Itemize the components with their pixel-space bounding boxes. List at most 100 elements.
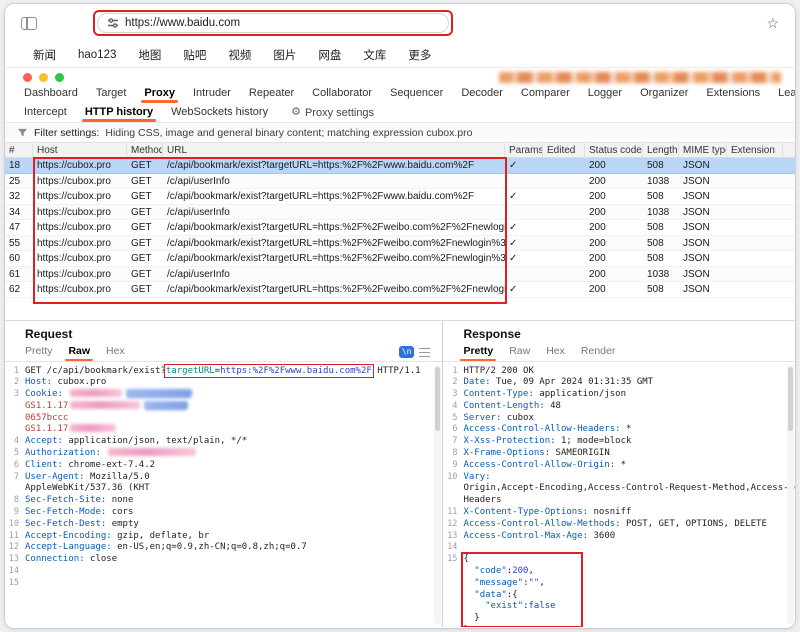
code-token: 0657bccc	[25, 413, 68, 423]
column-header-host[interactable]: Host	[33, 143, 127, 157]
response-tab-hex[interactable]: Hex	[538, 344, 573, 360]
cell-host: https://cubox.pro	[33, 205, 127, 220]
response-panel: Response PrettyRawHexRender 1HTTP/2 200 …	[443, 321, 795, 628]
bookmark-item-1[interactable]: 新闻	[33, 47, 56, 63]
history-row-47[interactable]: 47https://cubox.proGET/c/api/bookmark/ex…	[5, 220, 795, 236]
response-tab-pretty[interactable]: Pretty	[455, 344, 501, 360]
column-header-method[interactable]: Method	[127, 143, 163, 157]
cell--: 32	[5, 189, 33, 204]
window-zoom-button[interactable]	[55, 73, 64, 82]
request-tab-raw[interactable]: Raw	[60, 344, 98, 360]
request-editor-tools: \n	[399, 346, 431, 358]
show-newlines-icon[interactable]: \n	[399, 346, 415, 358]
column-header-edited[interactable]: Edited	[543, 143, 585, 157]
main-tab-dashboard[interactable]: Dashboard	[15, 85, 87, 102]
line-number: 15	[5, 578, 25, 590]
code-token: ""	[528, 578, 539, 588]
site-info-icon[interactable]	[107, 17, 119, 29]
history-row-18[interactable]: 18https://cubox.proGET/c/api/bookmark/ex…	[5, 158, 795, 174]
bookmark-item-3[interactable]: 地图	[138, 47, 161, 63]
code-line: "data":{	[443, 590, 795, 602]
response-editor[interactable]: 1HTTP/2 200 OK2Date: Tue, 09 Apr 2024 01…	[443, 362, 795, 628]
main-tab-repeater[interactable]: Repeater	[240, 85, 303, 102]
line-number: 9	[443, 460, 463, 472]
bookmark-item-8[interactable]: 文库	[363, 47, 386, 63]
code-token: ,	[539, 578, 544, 588]
bookmark-item-5[interactable]: 视频	[228, 47, 251, 63]
bookmark-item-2[interactable]: hao123	[78, 49, 116, 61]
response-scrollbar[interactable]	[787, 365, 794, 625]
bookmark-item-6[interactable]: 图片	[273, 47, 296, 63]
bookmark-item-4[interactable]: 贴吧	[183, 47, 206, 63]
main-tab-sequencer[interactable]: Sequencer	[381, 85, 452, 102]
code-line: 5Server: cubox	[443, 413, 795, 425]
history-row-34[interactable]: 34https://cubox.proGET/c/api/userInfo200…	[5, 205, 795, 221]
history-row-32[interactable]: 32https://cubox.proGET/c/api/bookmark/ex…	[5, 189, 795, 205]
history-row-25[interactable]: 25https://cubox.proGET/c/api/userInfo200…	[5, 174, 795, 190]
cell-edited	[543, 236, 585, 251]
sub-tab-websockets-history[interactable]: WebSockets history	[162, 104, 277, 121]
filter-bar[interactable]: Filter settings: Hiding CSS, image and g…	[5, 122, 795, 143]
code-line: }	[443, 613, 795, 625]
cell-host: https://cubox.pro	[33, 251, 127, 266]
history-row-61[interactable]: 61https://cubox.proGET/c/api/userInfo200…	[5, 267, 795, 283]
cell-mime-type: JSON	[679, 251, 727, 266]
cell-mime-type: JSON	[679, 189, 727, 204]
code-token: *	[615, 460, 626, 470]
bookmark-item-9[interactable]: 更多	[408, 47, 431, 63]
window-minimize-button[interactable]	[39, 73, 48, 82]
request-scrollbar[interactable]	[434, 365, 441, 625]
main-tab-decoder[interactable]: Decoder	[452, 85, 512, 102]
bookmark-star-icon[interactable]: ☆	[766, 16, 779, 30]
main-tab-comparer[interactable]: Comparer	[512, 85, 579, 102]
line-number: 7	[5, 472, 25, 484]
cell-status-code: 200	[585, 220, 643, 235]
address-bar[interactable]: https://www.baidu.com	[97, 13, 449, 33]
cell-extension	[727, 267, 783, 282]
main-tab-intruder[interactable]: Intruder	[184, 85, 240, 102]
cell-edited	[543, 220, 585, 235]
request-tab-pretty[interactable]: Pretty	[17, 344, 60, 360]
cell-extension	[727, 236, 783, 251]
main-tab-target[interactable]: Target	[87, 85, 136, 102]
response-tab-raw[interactable]: Raw	[501, 344, 538, 360]
cell-length: 1038	[643, 205, 679, 220]
response-scrollbar-thumb[interactable]	[788, 367, 793, 431]
column-header-mime-type[interactable]: MIME type	[679, 143, 727, 157]
code-token: targetURL	[166, 366, 215, 376]
main-tab-organizer[interactable]: Organizer	[631, 85, 697, 102]
main-tab-extensions[interactable]: Extensions	[697, 85, 769, 102]
column-header-params[interactable]: Params	[505, 143, 543, 157]
window-close-button[interactable]	[23, 73, 32, 82]
history-row-55[interactable]: 55https://cubox.proGET/c/api/bookmark/ex…	[5, 236, 795, 252]
main-tab-collaborator[interactable]: Collaborator	[303, 85, 381, 102]
sub-tab-intercept[interactable]: Intercept	[15, 104, 76, 121]
history-row-62[interactable]: 62https://cubox.proGET/c/api/bookmark/ex…	[5, 282, 795, 298]
request-tab-hex[interactable]: Hex	[98, 344, 133, 360]
sidebar-toggle-icon[interactable]	[21, 17, 37, 30]
column-header-url[interactable]: URL	[163, 143, 505, 157]
column-header-length[interactable]: Length	[643, 143, 679, 157]
code-token: Host:	[25, 377, 52, 387]
response-title: Response	[443, 321, 795, 344]
line-number: 7	[443, 436, 463, 448]
main-tab-logger[interactable]: Logger	[579, 85, 631, 102]
request-scrollbar-thumb[interactable]	[435, 367, 440, 431]
cell-method: GET	[127, 251, 163, 266]
code-token: Server:	[463, 413, 501, 423]
main-tab-learn[interactable]: Learn	[769, 85, 796, 102]
history-row-60[interactable]: 60https://cubox.proGET/c/api/bookmark/ex…	[5, 251, 795, 267]
response-tab-render[interactable]: Render	[573, 344, 623, 360]
column-header-extension[interactable]: Extension	[727, 143, 783, 157]
main-tab-proxy[interactable]: Proxy	[135, 85, 184, 102]
line-number: 15	[443, 554, 463, 566]
filter-funnel-icon	[17, 127, 28, 138]
bookmark-item-7[interactable]: 网盘	[318, 47, 341, 63]
text-wrap-icon[interactable]	[419, 348, 430, 357]
sub-tab-http-history[interactable]: HTTP history	[76, 104, 162, 121]
column-header-status-code[interactable]: Status code	[585, 143, 643, 157]
column-header--[interactable]: #	[5, 143, 33, 157]
code-token	[463, 590, 474, 600]
request-editor[interactable]: 1GET /c/api/bookmark/exist?targetURL=htt…	[5, 362, 442, 628]
proxy-settings-button[interactable]: ⚙ Proxy settings	[291, 107, 374, 119]
